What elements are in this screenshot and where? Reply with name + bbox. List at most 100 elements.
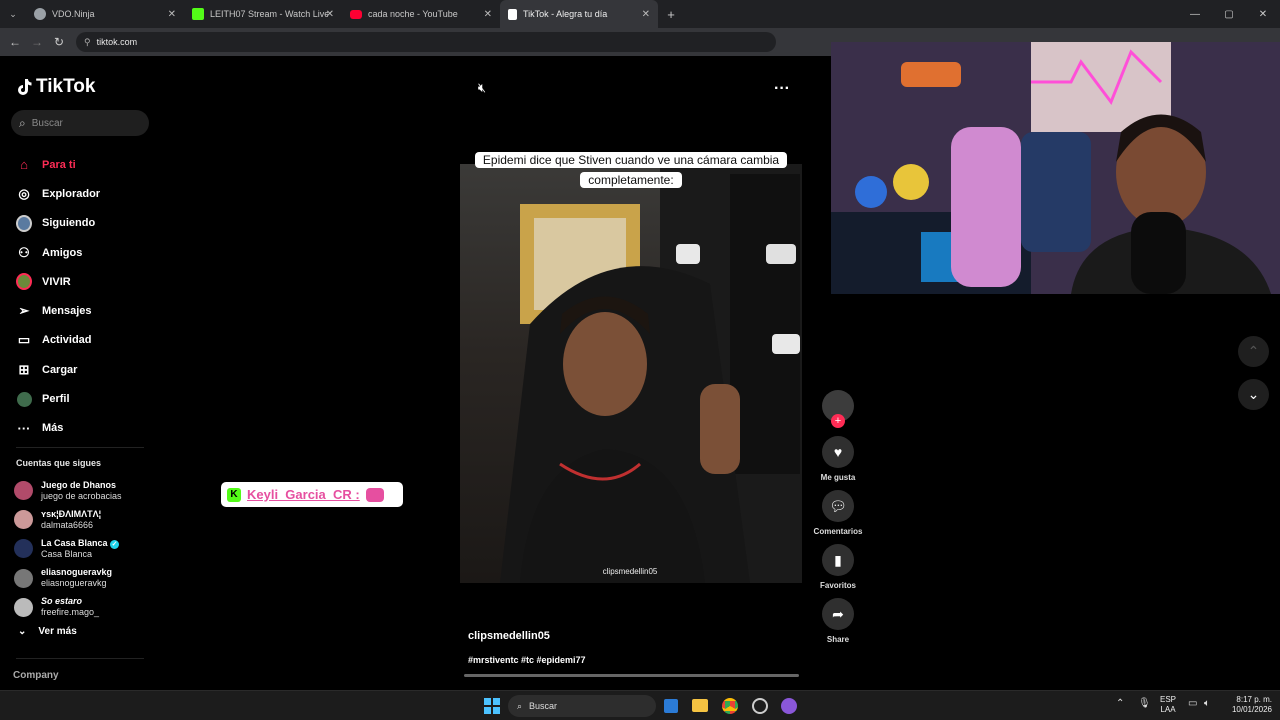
chevron-up-icon[interactable]: ⌃	[1116, 698, 1124, 709]
tab-tiktok[interactable]: TikTok - Alegra tu día ✕	[500, 0, 658, 28]
video-more-button[interactable]: ···	[770, 80, 794, 100]
maximize-button[interactable]: ▢	[1212, 9, 1246, 20]
mute-button[interactable]: 🔇︎	[472, 80, 492, 100]
close-icon[interactable]: ✕	[168, 9, 176, 20]
home-icon: ⌂	[20, 157, 28, 173]
nav-label: Amigos	[42, 246, 83, 259]
see-more-button[interactable]: ⌄ Ver más	[18, 626, 77, 637]
store-icon[interactable]	[664, 699, 678, 713]
search-placeholder: Buscar	[31, 117, 63, 129]
volume-icon[interactable]: 🔈︎	[1204, 698, 1210, 709]
nav-vivir[interactable]: VIVIR	[16, 267, 156, 296]
language-indicator[interactable]: ESP LAA	[1160, 695, 1176, 715]
see-more-label: Ver más	[38, 626, 77, 637]
tab-youtube[interactable]: cada noche - YouTube ✕	[342, 0, 500, 28]
nav-actividad[interactable]: ▭ Actividad	[16, 326, 156, 355]
kick-favicon	[192, 8, 204, 20]
close-icon[interactable]: ✕	[642, 9, 650, 20]
clock-date: 10/01/2026	[1231, 705, 1272, 714]
nav-cargar[interactable]: ⊞ Cargar	[16, 355, 156, 384]
tab-leith07[interactable]: LEITH07 Stream - Watch Live o ✕	[184, 0, 342, 28]
creator-avatar[interactable]: +	[812, 390, 864, 428]
avatar	[14, 539, 33, 559]
app-icon[interactable]	[752, 698, 768, 714]
chrome-icon[interactable]	[722, 698, 738, 714]
video-caption: Epidemi dice que Stiven cuando ve una cá…	[466, 150, 796, 190]
following-title: Cuentas que sigues	[16, 458, 102, 468]
tab-title: LEITH07 Stream - Watch Live o	[210, 9, 328, 19]
share-button[interactable]: ➦ Share	[812, 598, 864, 644]
nav-siguiendo[interactable]: Siguiendo	[16, 209, 156, 238]
search-input[interactable]: ⌕ Buscar	[11, 110, 149, 136]
close-icon[interactable]: ✕	[484, 9, 492, 20]
comment-button[interactable]: 💬︎ Comentarios	[812, 490, 864, 536]
site-info-icon[interactable]: ⚲	[84, 37, 91, 48]
chevron-up-icon: ⌃	[1247, 343, 1260, 359]
back-icon[interactable]: ←	[4, 35, 26, 49]
following-item[interactable]: Juego de Dhanos juego de acrobacias	[14, 476, 154, 505]
friends-icon: ⚇	[18, 244, 30, 260]
forward-icon[interactable]: →	[26, 35, 48, 49]
chat-overlay-badge: K Keyli_Garcia_CR :	[221, 482, 403, 507]
following-item[interactable]: La Casa Blanca ✓ Casa Blanca	[14, 534, 154, 563]
previous-video-button[interactable]: ⌃	[1238, 336, 1269, 367]
video-progress-bar[interactable]	[464, 674, 799, 677]
account-name: Juego de Dhanos	[41, 479, 117, 490]
avatar	[14, 510, 33, 530]
tiktok-logo[interactable]: TikTok	[16, 76, 95, 98]
following-item[interactable]: ʏsᴋ¦ÐΛIMΛTΛ¦ dalmata6666	[14, 505, 154, 534]
video-scene	[500, 164, 802, 583]
nav-explorador[interactable]: ◎ Explorador	[16, 179, 156, 208]
tab-list-button[interactable]: ⌄	[0, 9, 26, 20]
favorite-button[interactable]: ▮ Favoritos	[812, 544, 864, 590]
share-label: Share	[826, 635, 850, 644]
nav-perfil[interactable]: Perfil	[16, 384, 156, 413]
close-icon[interactable]: ✕	[326, 9, 334, 20]
video-frame[interactable]	[460, 164, 802, 583]
nav-label: Mensajes	[42, 305, 92, 318]
start-icon[interactable]	[484, 698, 500, 714]
youtube-favicon	[350, 9, 362, 19]
bookmark-icon: ▮	[822, 544, 854, 576]
activity-icon: ▭	[17, 332, 31, 348]
upload-icon: ⊞	[18, 361, 30, 377]
clock[interactable]: 8:17 p. m. 10/01/2026	[1222, 695, 1272, 715]
nav-mensajes[interactable]: ➢ Mensajes	[16, 296, 156, 325]
reload-icon[interactable]: ↻	[48, 35, 70, 49]
account-name: eliasnogueravkg	[41, 567, 113, 578]
video-author[interactable]: clipsmedellin05	[468, 630, 550, 642]
company-link[interactable]: Company	[13, 670, 59, 681]
tab-vdo-ninja[interactable]: VDO.Ninja ✕	[26, 0, 184, 28]
follow-plus-icon[interactable]: +	[831, 414, 845, 428]
avatar	[14, 481, 33, 501]
search-icon: ⌕	[19, 115, 26, 130]
next-video-button[interactable]: ⌄	[1238, 379, 1269, 410]
like-button[interactable]: ♥ Me gusta	[812, 436, 864, 482]
new-tab-button[interactable]: +	[658, 7, 684, 22]
comment-label: Comentarios	[813, 527, 863, 536]
video-hashtags[interactable]: #mrstiventc #tc #epidemi77	[468, 655, 586, 665]
account-handle: dalmata6666	[41, 519, 94, 530]
avatar	[14, 597, 33, 617]
following-item[interactable]: So estaro freefire.mago_	[14, 593, 154, 622]
brand-name: TikTok	[36, 76, 96, 97]
more-dots-icon: ···	[774, 80, 790, 97]
nav-amigos[interactable]: ⚇ Amigos	[16, 238, 156, 267]
share-icon: ➦	[822, 598, 854, 630]
window-close-button[interactable]: ✕	[1246, 9, 1280, 20]
network-icon[interactable]: ▭	[1188, 698, 1197, 709]
nav-para-ti[interactable]: ⌂ Para ti	[16, 150, 156, 179]
app-icon[interactable]	[781, 698, 797, 714]
microphone-icon[interactable]: 🎙︎	[1138, 698, 1151, 709]
taskbar-search[interactable]: ⌕ Buscar	[508, 695, 656, 717]
nav-label: Actividad	[42, 334, 92, 347]
following-item[interactable]: eliasnogueravkg eliasnogueravkg	[14, 564, 154, 593]
following-list: Juego de Dhanos juego de acrobacias ʏsᴋ¦Ð…	[14, 476, 154, 622]
url-field[interactable]: ⚲ tiktok.com	[76, 32, 776, 52]
more-icon: ···	[17, 420, 31, 436]
nav-mas[interactable]: ··· Más	[16, 414, 156, 443]
live-avatar-icon	[16, 273, 32, 291]
chevron-down-icon: ⌄	[1247, 386, 1260, 402]
file-explorer-icon[interactable]	[692, 699, 708, 712]
minimize-button[interactable]: —	[1178, 9, 1212, 20]
